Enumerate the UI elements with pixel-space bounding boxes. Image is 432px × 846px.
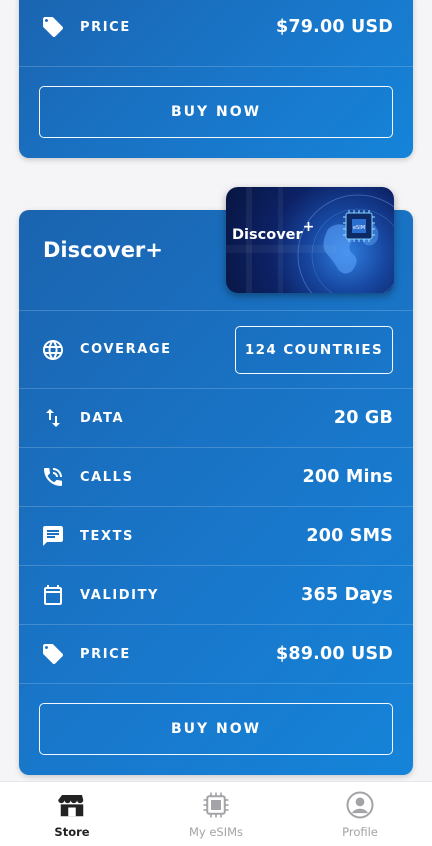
plan-card-previous: PRICE $79.00 USD BUY NOW	[19, 0, 413, 158]
price-value: $89.00 USD	[276, 644, 393, 664]
data-label: DATA	[80, 410, 125, 426]
nav-my-esims-label: My eSIMs	[188, 825, 244, 839]
coverage-countries-button[interactable]: 124 COUNTRIES	[235, 325, 393, 374]
buy-now-button[interactable]: BUY NOW	[39, 703, 393, 755]
plan-card-image: eSIM Discover+	[226, 187, 394, 293]
price-tag-icon	[41, 642, 65, 666]
price-value: $79.00 USD	[276, 17, 393, 37]
phone-icon	[41, 465, 65, 489]
data-row: DATA 20 GB	[19, 388, 413, 447]
texts-row: TEXTS 200 SMS	[19, 506, 413, 565]
data-value: 20 GB	[333, 408, 393, 428]
sim-chip-icon	[203, 792, 229, 818]
plan-image-title: Discover+	[232, 219, 315, 243]
bottom-nav: Store My eSIMs Profile	[0, 781, 432, 846]
divider	[19, 683, 413, 684]
texts-label: TEXTS	[80, 528, 135, 544]
calendar-icon	[41, 583, 65, 607]
nav-profile-label: Profile	[342, 825, 378, 839]
plan-title: Discover+	[43, 238, 163, 262]
nav-store-label: Store	[54, 825, 90, 839]
validity-value: 365 Days	[301, 585, 393, 605]
coverage-label: COVERAGE	[80, 342, 172, 357]
buy-now-button[interactable]: BUY NOW	[39, 86, 393, 138]
price-label: PRICE	[80, 646, 131, 662]
price-tag-icon	[41, 15, 65, 39]
plan-card-discover-plus: Discover+ COVERAGE 124 COUNTRIES DATA 20…	[19, 210, 413, 775]
price-row: PRICE $79.00 USD	[19, 0, 413, 54]
divider	[19, 66, 413, 67]
price-row: PRICE $89.00 USD	[19, 624, 413, 683]
plan-image-text: Discover	[232, 226, 303, 243]
texts-value: 200 SMS	[306, 526, 393, 546]
nav-store[interactable]: Store	[0, 782, 144, 846]
store-icon	[58, 795, 84, 817]
profile-icon	[346, 791, 374, 819]
coverage-row: COVERAGE 124 COUNTRIES	[19, 310, 413, 388]
message-icon	[41, 524, 65, 548]
validity-row: VALIDITY 365 Days	[19, 565, 413, 624]
price-label: PRICE	[80, 19, 131, 35]
calls-row: CALLS 200 Mins	[19, 447, 413, 506]
globe-icon	[41, 338, 65, 362]
chip-label: eSIM	[353, 225, 365, 231]
calls-value: 200 Mins	[302, 467, 393, 487]
nav-profile[interactable]: Profile	[288, 782, 432, 846]
data-arrows-icon	[41, 406, 65, 430]
calls-label: CALLS	[80, 469, 134, 485]
nav-my-esims[interactable]: My eSIMs	[144, 782, 288, 846]
plan-image-sup: +	[302, 219, 315, 235]
validity-label: VALIDITY	[80, 587, 160, 603]
